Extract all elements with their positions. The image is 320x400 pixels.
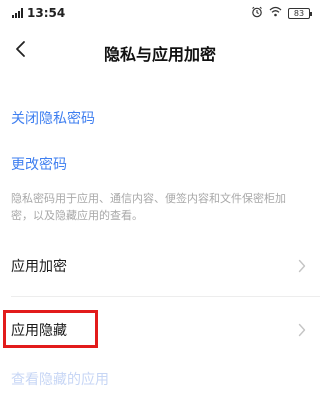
description-text: 隐私密码用于应用、通信内容、便签内容和文件保密柜加密，以及隐藏应用的查看。 <box>11 192 286 222</box>
wifi-icon <box>269 6 282 20</box>
row-app-encryption[interactable]: 应用加密 <box>0 236 320 296</box>
disable-password-link[interactable]: 关闭隐私密码 <box>11 108 95 128</box>
nav-bar: 隐私与应用加密 <box>0 26 320 76</box>
alarm-icon <box>251 6 263 21</box>
view-hidden-apps-link[interactable]: 查看隐藏的应用 <box>11 369 109 389</box>
status-left: 13:54 <box>12 6 65 20</box>
status-bar: 13:54 83 <box>0 0 320 26</box>
battery-icon: 83 <box>288 7 312 19</box>
page-title: 隐私与应用加密 <box>103 45 216 64</box>
change-password-link[interactable]: 更改密码 <box>11 154 67 174</box>
chevron-right-icon <box>298 258 306 277</box>
signal-icon <box>12 8 23 18</box>
status-right: 83 <box>251 6 312 21</box>
screen: 13:54 83 隐私与应用加密 关闭隐私密码 更改密码 隐私密码用于应用、通信… <box>0 0 320 400</box>
divider <box>11 296 320 297</box>
highlight-box <box>3 310 98 348</box>
row-label: 应用加密 <box>11 259 67 275</box>
chevron-right-icon <box>298 322 306 341</box>
status-time: 13:54 <box>27 6 66 20</box>
